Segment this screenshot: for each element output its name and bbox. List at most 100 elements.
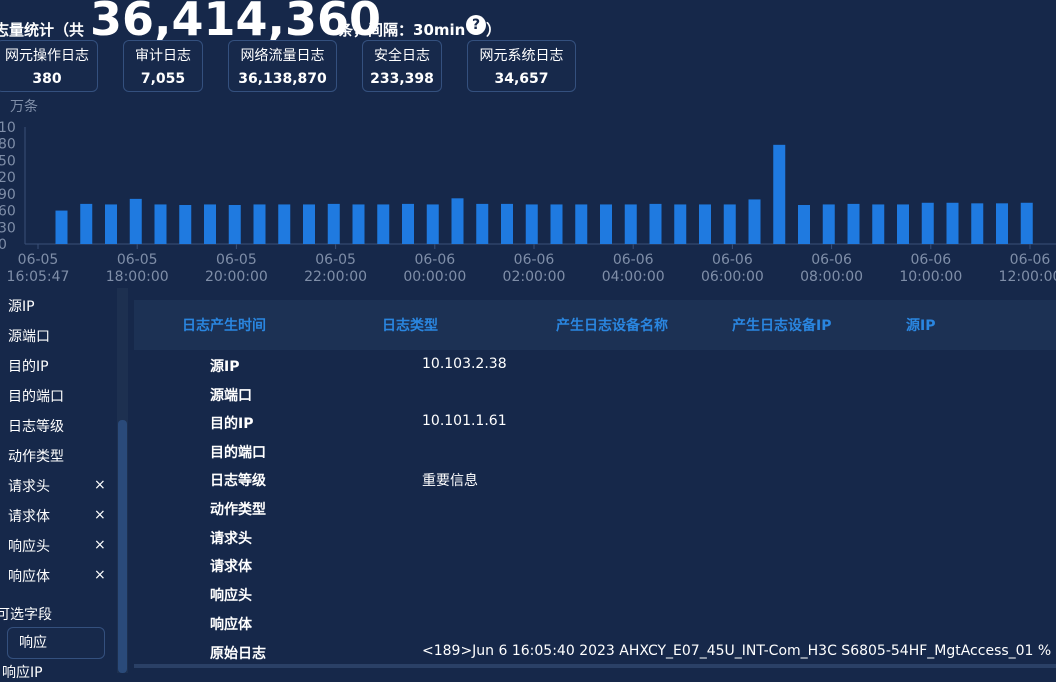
sidebar-item-src-ip[interactable]: 源IP: [8, 296, 35, 316]
x-tick-label: 06-06: [811, 252, 852, 268]
bar: [105, 204, 117, 244]
detail-key: 响应体: [210, 617, 252, 633]
bar: [278, 204, 291, 244]
x-tick-label: 02:00:00: [503, 269, 566, 285]
sidebar-item-log-level[interactable]: 日志等级: [8, 416, 64, 436]
bar: [550, 204, 563, 244]
column-src-ip[interactable]: 源IP: [906, 315, 935, 335]
bar: [773, 144, 786, 244]
field-search-input[interactable]: 响应: [7, 627, 105, 659]
detail-value: 10.101.1.61: [422, 413, 507, 429]
bar: [303, 204, 315, 244]
sidebar-item-dst-ip[interactable]: 目的IP: [8, 356, 49, 376]
stat-card-security-log[interactable]: 安全日志 233,398: [362, 40, 442, 92]
sidebar-item-src-port[interactable]: 源端口: [8, 326, 50, 346]
remove-response-body-icon[interactable]: ×: [94, 567, 106, 583]
bar: [946, 202, 959, 244]
bar: [154, 204, 167, 244]
bar: [228, 205, 241, 244]
bar: [921, 202, 934, 244]
bar: [525, 204, 538, 244]
x-tick-label: 06-06: [712, 252, 753, 268]
column-log-time[interactable]: 日志产生时间: [182, 315, 266, 335]
x-tick-label: 20:00:00: [205, 269, 268, 285]
stat-card-audit-log[interactable]: 审计日志 7,055: [123, 40, 203, 92]
stat-value: 36,138,870: [238, 71, 327, 87]
bar: [575, 204, 588, 244]
stat-value: 380: [32, 71, 62, 87]
stats-header: 志量统计（共 36,414,360 条，间隔：30min ? ）: [0, 0, 1056, 46]
bar: [426, 204, 439, 244]
header-suffix: 条，间隔：30min: [338, 21, 466, 39]
help-icon[interactable]: ?: [466, 15, 486, 35]
x-tick-label: 06-06: [414, 252, 455, 268]
sidebar-item-action-type[interactable]: 动作类型: [8, 446, 64, 466]
log-count-bar-chart: 03060902050801006-0516:05:4706-0518:00:0…: [0, 120, 1056, 285]
sidebar-item-response-ip[interactable]: 响应IP: [2, 662, 43, 682]
x-tick-label: 06:00:00: [701, 269, 764, 285]
bar: [798, 205, 810, 244]
bar: [996, 203, 1008, 244]
remove-response-header-icon[interactable]: ×: [94, 537, 106, 553]
detail-key: 原始日志: [210, 646, 266, 662]
column-device-ip[interactable]: 产生日志设备IP: [732, 315, 831, 335]
y-tick-label: 0: [0, 237, 7, 253]
bar: [822, 204, 835, 244]
bar: [402, 203, 414, 244]
bar: [674, 204, 687, 244]
x-tick-label: 10:00:00: [899, 269, 962, 285]
remove-request-body-icon[interactable]: ×: [94, 507, 106, 523]
bar: [476, 203, 489, 244]
bar: [600, 204, 612, 244]
detail-key: 目的端口: [210, 445, 266, 461]
stat-name: 网元系统日志: [479, 48, 564, 64]
x-tick-label: 22:00:00: [304, 269, 367, 285]
detail-key: 请求体: [210, 559, 252, 575]
bar: [649, 203, 662, 244]
stat-name: 网元操作日志: [5, 48, 89, 64]
x-tick-label: 06-05: [117, 252, 158, 268]
stat-card-traffic-log[interactable]: 网络流量日志 36,138,870: [228, 40, 337, 92]
bar: [723, 204, 736, 244]
column-log-type[interactable]: 日志类型: [382, 315, 438, 335]
stat-value: 7,055: [140, 71, 186, 87]
bar: [847, 203, 860, 244]
table-header: 日志产生时间 日志类型 产生日志设备名称 产生日志设备IP 源IP: [134, 300, 1056, 350]
y-tick-label: 90: [0, 187, 16, 203]
bar: [897, 204, 909, 244]
y-tick-label: 80: [0, 137, 16, 153]
bar: [327, 203, 340, 244]
bar: [451, 198, 464, 244]
detail-key: 动作类型: [210, 502, 266, 518]
sidebar-scrollbar-thumb[interactable]: [118, 420, 127, 673]
detail-value: 重要信息: [422, 473, 478, 489]
stat-name: 安全日志: [374, 48, 430, 64]
bar: [971, 203, 984, 244]
stat-name: 网络流量日志: [240, 48, 325, 64]
y-tick-label: 50: [0, 153, 16, 169]
bar: [377, 204, 390, 244]
remove-request-header-icon[interactable]: ×: [94, 477, 106, 493]
bar: [204, 204, 216, 244]
stat-card-element-op-log[interactable]: 网元操作日志 380: [0, 40, 98, 92]
bar: [624, 204, 637, 244]
y-tick-label: 60: [0, 204, 16, 220]
y-tick-label: 30: [0, 220, 16, 236]
column-device-name[interactable]: 产生日志设备名称: [556, 315, 668, 335]
sidebar-item-response-header[interactable]: 响应头: [8, 536, 50, 556]
bar: [80, 203, 93, 244]
sidebar-item-request-body[interactable]: 请求体: [8, 506, 50, 526]
bar: [1020, 202, 1033, 244]
x-tick-label: 06-05: [216, 252, 257, 268]
stat-value: 34,657: [494, 71, 549, 87]
x-tick-label: 06-05: [18, 252, 59, 268]
sidebar-item-response-body[interactable]: 响应体: [8, 566, 50, 586]
horizontal-scrollbar[interactable]: [134, 664, 1056, 668]
sidebar-item-request-header[interactable]: 请求头: [8, 476, 50, 496]
stat-card-system-log[interactable]: 网元系统日志 34,657: [467, 40, 576, 92]
x-tick-label: 00:00:00: [403, 269, 466, 285]
x-tick-label: 06-06: [910, 252, 951, 268]
optional-fields-heading: 可选字段: [0, 607, 52, 623]
sidebar-item-dst-port[interactable]: 目的端口: [8, 386, 64, 406]
bar: [179, 205, 192, 244]
